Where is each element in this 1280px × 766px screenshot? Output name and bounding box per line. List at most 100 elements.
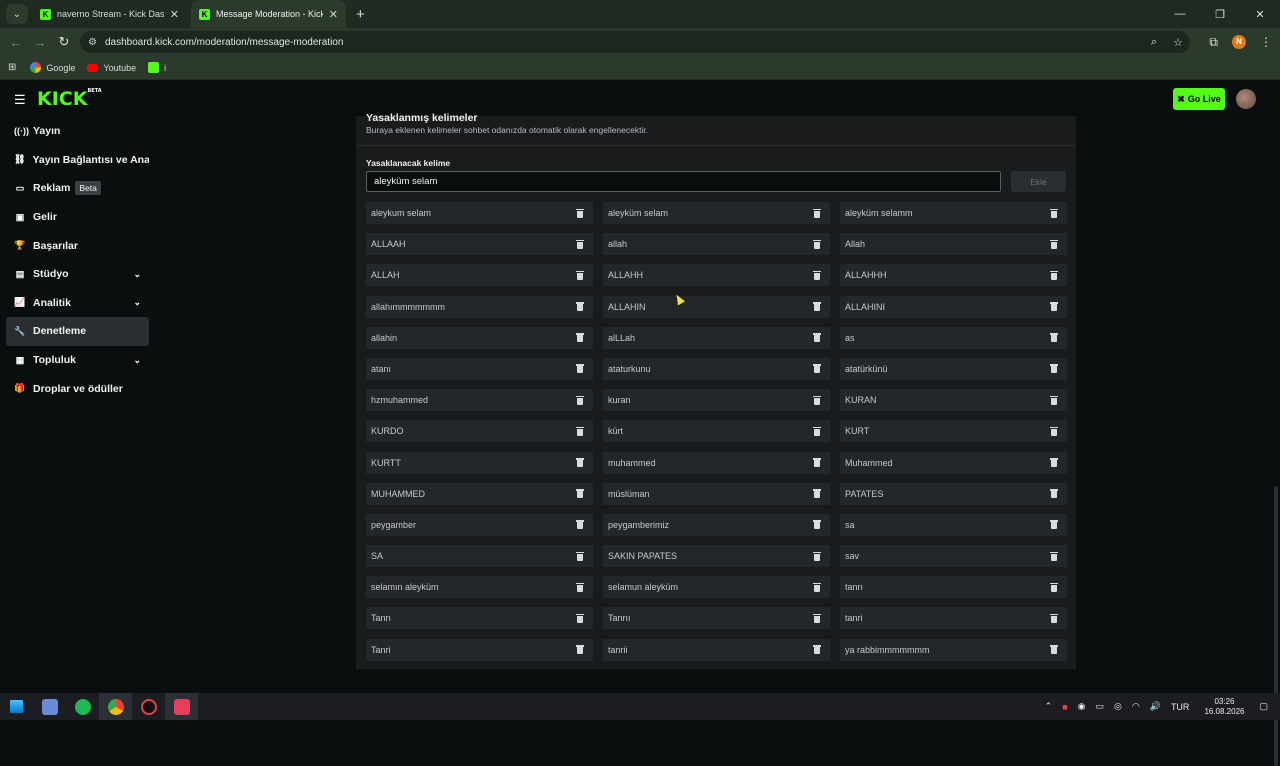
close-tab-icon[interactable]: ✕	[329, 8, 338, 21]
go-live-button[interactable]: ✖ Go Live	[1173, 88, 1225, 110]
trash-icon[interactable]	[576, 489, 584, 499]
sidebar-item-gift[interactable]: 🎁 Droplar ve ödüller	[6, 374, 149, 403]
add-word-button[interactable]: Ekle	[1011, 171, 1066, 192]
reload-icon[interactable]: ↻	[52, 34, 76, 50]
start-button[interactable]	[0, 693, 33, 720]
profile-avatar[interactable]: N	[1232, 35, 1246, 49]
hamburger-menu-icon[interactable]: ☰	[14, 92, 26, 108]
banned-word-input[interactable]	[366, 171, 1001, 192]
extensions-icon[interactable]: ⧉	[1209, 35, 1218, 50]
new-tab-icon[interactable]: +	[356, 6, 365, 23]
sidebar-item-broadcast[interactable]: ((·)) Yayın	[6, 117, 149, 146]
trash-icon[interactable]	[1050, 613, 1058, 623]
zoom-icon[interactable]: ⌕	[1142, 36, 1166, 49]
kick-logo[interactable]: KICKBETA	[37, 88, 102, 110]
trash-icon[interactable]	[576, 302, 584, 312]
trash-icon[interactable]	[1050, 458, 1058, 467]
bookmark-kick[interactable]: i	[148, 62, 166, 73]
trash-icon[interactable]	[576, 426, 584, 436]
trash-icon[interactable]	[576, 364, 584, 374]
forward-icon[interactable]: →	[28, 35, 52, 50]
chevron-down-icon[interactable]: ⌄	[133, 269, 141, 280]
trash-icon[interactable]	[1050, 302, 1058, 312]
trash-icon[interactable]	[1050, 270, 1058, 280]
trash-icon[interactable]	[813, 582, 821, 592]
tab-search-button[interactable]: ⌄	[6, 4, 28, 24]
trash-icon[interactable]	[576, 645, 584, 655]
sidebar-item-studio[interactable]: ▤ Stüdyo ⌄	[6, 260, 149, 289]
steam-icon[interactable]: ◎	[1114, 701, 1122, 712]
trash-icon[interactable]	[813, 520, 821, 530]
trash-icon[interactable]	[1050, 239, 1058, 249]
taskbar-app[interactable]	[33, 693, 66, 720]
trash-icon[interactable]	[1050, 364, 1058, 374]
sidebar-item-community[interactable]: ▦ Topluluk ⌄	[6, 346, 149, 375]
trash-icon[interactable]	[576, 395, 584, 405]
sidebar-item-wrench[interactable]: 🔧 Denetleme	[6, 317, 149, 346]
close-window-icon[interactable]: ✕	[1240, 0, 1280, 28]
trash-icon[interactable]	[813, 458, 821, 467]
site-info-icon[interactable]: ⚙	[88, 37, 97, 48]
trash-icon[interactable]	[1050, 582, 1058, 592]
trash-icon[interactable]	[1050, 520, 1058, 530]
tray-chevron-icon[interactable]: ⌃	[1045, 701, 1053, 712]
trash-icon[interactable]	[576, 333, 584, 343]
notifications-icon[interactable]: ▢	[1259, 701, 1268, 712]
trash-icon[interactable]	[813, 270, 821, 280]
bookmark-youtube[interactable]: Youtube	[87, 63, 136, 73]
browser-menu-icon[interactable]: ⋮	[1260, 35, 1272, 49]
sidebar-item-analytics[interactable]: 📈 Analitik ⌄	[6, 289, 149, 318]
taskbar-app[interactable]	[66, 693, 99, 720]
back-icon[interactable]: ←	[4, 35, 28, 50]
taskbar-app[interactable]	[99, 693, 132, 720]
language-indicator[interactable]: TUR	[1171, 702, 1190, 712]
browser-tab-moderation[interactable]: K Message Moderation - Kick Da ✕	[191, 0, 346, 28]
trash-icon[interactable]	[813, 551, 821, 561]
trash-icon[interactable]	[813, 489, 821, 499]
trash-icon[interactable]	[1050, 426, 1058, 436]
trash-icon[interactable]	[576, 613, 584, 623]
trash-icon[interactable]	[813, 426, 821, 436]
trash-icon[interactable]	[1050, 645, 1058, 655]
trash-icon[interactable]	[576, 239, 584, 249]
trash-icon[interactable]	[1050, 395, 1058, 405]
volume-icon[interactable]: 🔊	[1150, 701, 1161, 712]
url-input[interactable]: ⚙ dashboard.kick.com/moderation/message-…	[80, 31, 1190, 53]
taskbar-app[interactable]	[132, 693, 165, 720]
trash-icon[interactable]	[813, 395, 821, 405]
bookmark-google[interactable]: Google	[30, 62, 75, 73]
trash-icon[interactable]	[813, 613, 821, 623]
trash-icon[interactable]	[1050, 333, 1058, 343]
discord-icon[interactable]: ◉	[1078, 701, 1086, 712]
browser-tab-stream[interactable]: K naverno Stream - Kick Dashboo ✕	[32, 0, 187, 28]
sidebar-item-link[interactable]: ⛓ Yayın Bağlantısı ve Anahtar	[6, 146, 149, 175]
user-avatar[interactable]	[1236, 89, 1256, 109]
trash-icon[interactable]	[576, 270, 584, 280]
trash-icon[interactable]	[813, 239, 821, 249]
taskbar-app[interactable]	[165, 693, 198, 720]
trash-icon[interactable]	[813, 302, 821, 312]
sidebar-item-revenue[interactable]: ▣ Gelir	[6, 203, 149, 232]
sidebar-item-trophy[interactable]: 🏆 Başarılar	[6, 231, 149, 260]
trash-icon[interactable]	[576, 551, 584, 561]
trash-icon[interactable]	[813, 333, 821, 343]
trash-icon[interactable]	[576, 520, 584, 530]
trash-icon[interactable]	[1050, 551, 1058, 561]
trash-icon[interactable]	[813, 645, 821, 655]
wifi-icon[interactable]: ◠	[1132, 701, 1140, 712]
tray-app-icon[interactable]: ■	[1062, 702, 1067, 712]
chevron-down-icon[interactable]: ⌄	[133, 355, 141, 366]
trash-icon[interactable]	[813, 208, 821, 218]
close-tab-icon[interactable]: ✕	[170, 8, 179, 21]
minimize-icon[interactable]: —	[1160, 0, 1200, 28]
restore-icon[interactable]: ❐	[1200, 0, 1240, 28]
clock[interactable]: 03:26 16.08.2026	[1204, 697, 1244, 717]
trash-icon[interactable]	[576, 582, 584, 592]
apps-grid-icon[interactable]: ⊞	[8, 62, 16, 73]
trash-icon[interactable]	[813, 364, 821, 374]
trash-icon[interactable]	[1050, 489, 1058, 499]
display-icon[interactable]: ▭	[1095, 701, 1104, 712]
trash-icon[interactable]	[576, 208, 584, 218]
trash-icon[interactable]	[1050, 208, 1058, 218]
bookmark-star-icon[interactable]: ☆	[1166, 36, 1190, 49]
